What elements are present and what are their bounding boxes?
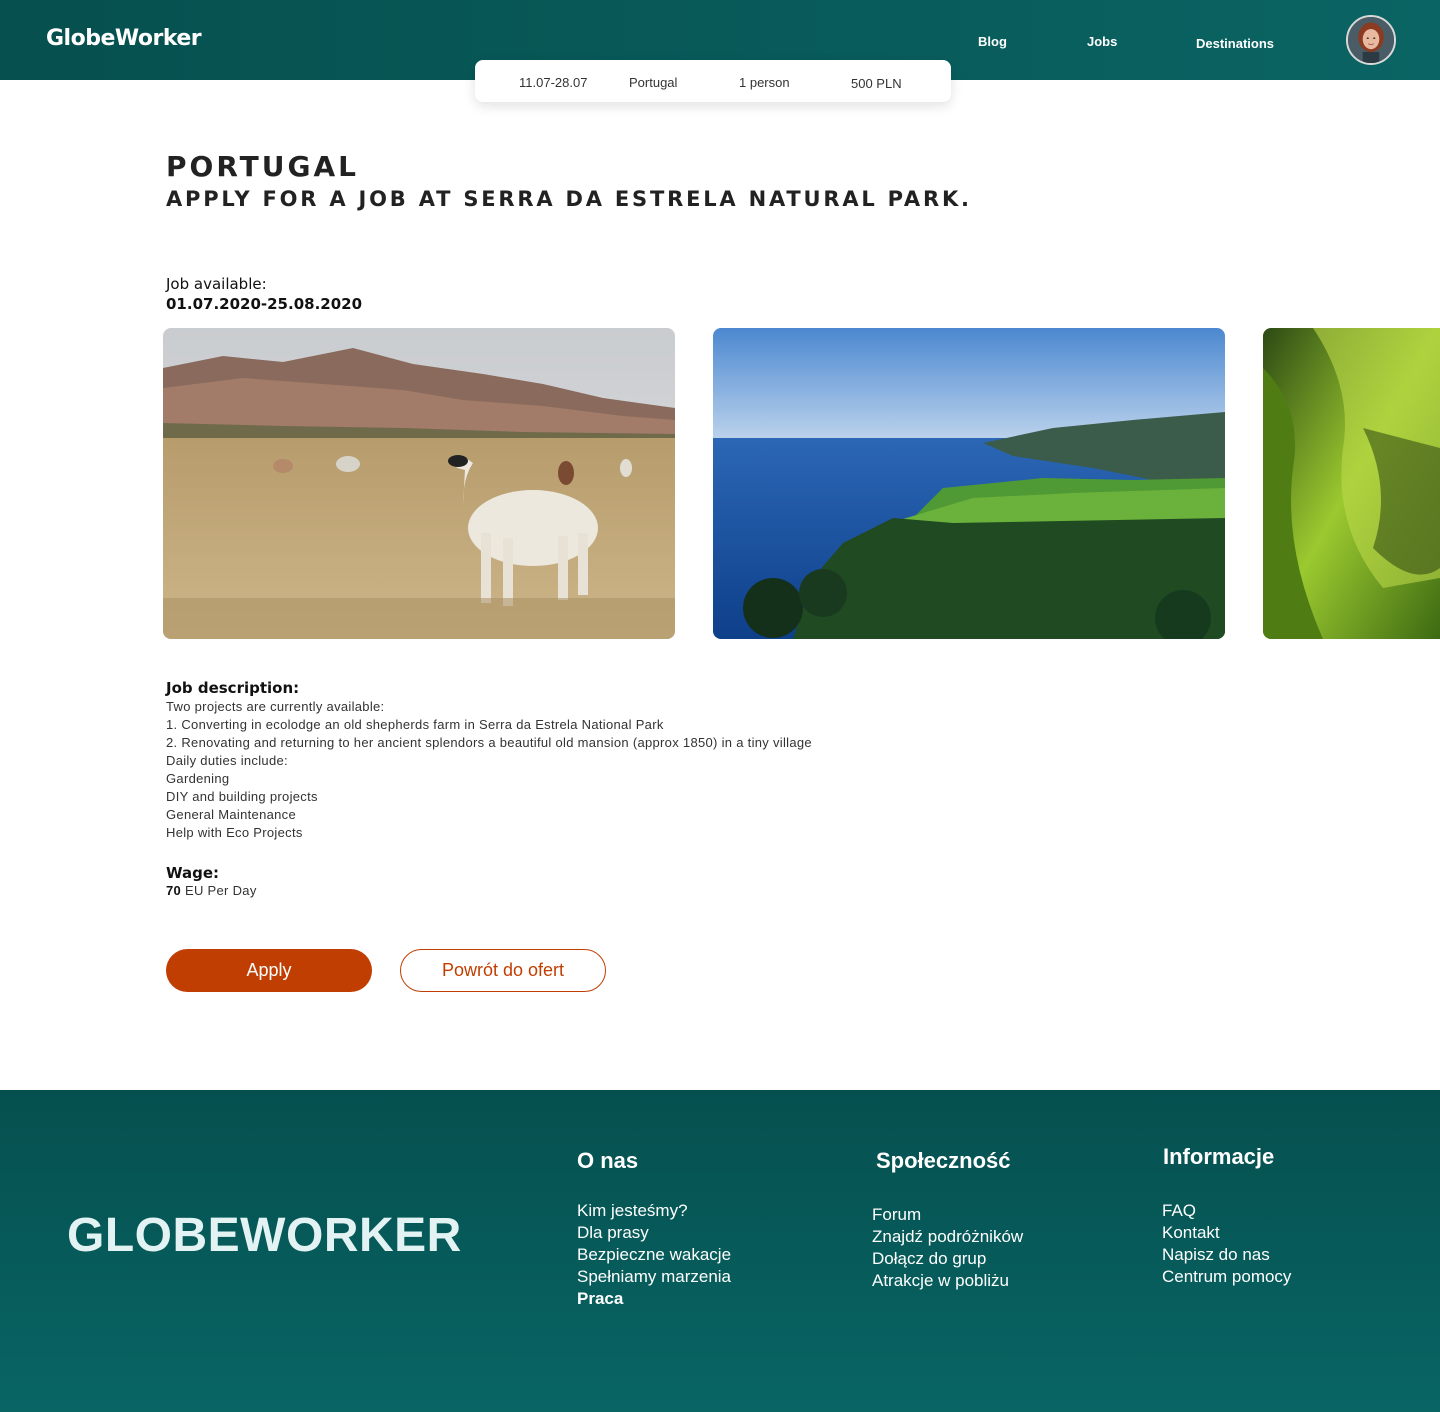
search-summary-bar[interactable]: 11.07-28.07 Portugal 1 person 500 PLN [475,60,951,102]
footer-link[interactable]: Dołącz do grup [872,1248,1023,1270]
search-budget[interactable]: 500 PLN [851,76,902,91]
gallery-image-coast[interactable] [713,328,1225,639]
footer-link[interactable]: Atrakcje w pobliżu [872,1270,1023,1292]
description-line: 2. Renovating and returning to her ancie… [166,735,812,750]
wage-amount: 70 [166,883,182,898]
footer-col-community: Forum Znajdź podróżników Dołącz do grup … [872,1204,1023,1292]
back-to-offers-button[interactable]: Powrót do ofert [400,949,606,992]
description-line: 1. Converting in ecolodge an old shepher… [166,717,664,732]
description-line: General Maintenance [166,807,296,822]
description-line: Two projects are currently available: [166,699,385,714]
page-title: PORTUGAL [166,150,359,183]
user-avatar[interactable] [1346,15,1396,65]
description-line: Help with Eco Projects [166,825,303,840]
nav-destinations[interactable]: Destinations [1196,36,1274,51]
footer-link[interactable]: Forum [872,1204,1023,1226]
footer: GLOBEWORKER O nas Kim jesteśmy? Dla pras… [0,1090,1440,1412]
footer-link[interactable]: Kim jesteśmy? [577,1200,731,1222]
footer-link[interactable]: FAQ [1162,1200,1291,1222]
wage-value: 70 EU Per Day [166,883,257,898]
footer-link[interactable]: Spełniamy marzenia [577,1266,731,1288]
footer-link[interactable]: Centrum pomocy [1162,1266,1291,1288]
footer-link[interactable]: Znajdź podróżników [872,1226,1023,1248]
availability-label: Job available: [166,275,267,293]
footer-link[interactable]: Napisz do nas [1162,1244,1291,1266]
search-people[interactable]: 1 person [739,75,790,90]
footer-link[interactable]: Kontakt [1162,1222,1291,1244]
search-dates[interactable]: 11.07-28.07 [519,75,587,90]
description-title: Job description: [166,679,300,697]
availability-dates: 01.07.2020-25.08.2020 [166,295,363,313]
wage-unit: EU Per Day [184,883,257,898]
description-line: Daily duties include: [166,753,288,768]
description-text: Two projects are currently available: 1.… [166,698,812,842]
footer-col-info: FAQ Kontakt Napisz do nas Centrum pomocy [1162,1200,1291,1288]
search-destination[interactable]: Portugal [629,75,677,90]
gallery-image-llamas[interactable] [163,328,675,639]
footer-link[interactable]: Bezpieczne wakacje [577,1244,731,1266]
description-line: Gardening [166,771,230,786]
wage-title: Wage: [166,864,220,882]
apply-button[interactable]: Apply [166,949,372,992]
nav-blog[interactable]: Blog [978,34,1007,49]
footer-col-about: Kim jesteśmy? Dla prasy Bezpieczne wakac… [577,1200,731,1310]
logo[interactable]: GlobeWorker [46,26,202,51]
footer-col-title-about: O nas [577,1148,639,1173]
nav-jobs[interactable]: Jobs [1087,34,1117,49]
gallery-image-moss[interactable] [1263,328,1440,639]
footer-logo: GLOBEWORKER [67,1209,462,1262]
description-line: DIY and building projects [166,789,318,804]
footer-col-title-info: Informacje [1163,1144,1275,1169]
footer-link-active[interactable]: Praca [577,1288,731,1310]
footer-link[interactable]: Dla prasy [577,1222,731,1244]
footer-col-title-community: Społeczność [876,1148,1011,1173]
page-subtitle: APPLY FOR A JOB AT SERRA DA ESTRELA NATU… [166,187,972,211]
